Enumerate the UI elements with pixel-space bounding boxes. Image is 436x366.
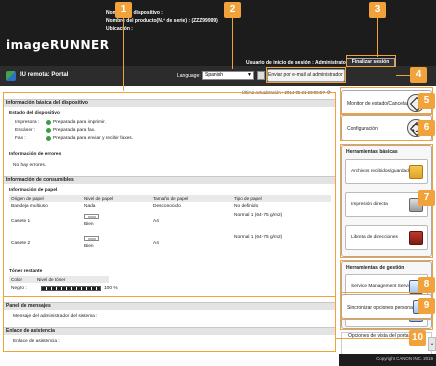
highlight-messages bbox=[3, 296, 336, 352]
highlight-logout bbox=[346, 55, 396, 67]
marker-5: 5 bbox=[418, 93, 435, 109]
marker-6: 6 bbox=[418, 120, 435, 136]
scroll-down-button[interactable]: ⌄ bbox=[428, 337, 436, 351]
marker-10: 10 bbox=[409, 330, 426, 346]
brand-logo: imageRUNNER bbox=[6, 38, 110, 52]
marker-1: 1 bbox=[115, 2, 132, 18]
chevron-down-icon: ⌄ bbox=[429, 341, 435, 347]
marker-3-line bbox=[377, 17, 378, 57]
language-apply-button[interactable] bbox=[257, 71, 265, 80]
chevron-down-icon: ▼ bbox=[247, 72, 252, 78]
footer-bar: Copyright CANON INC. 2019 bbox=[339, 354, 436, 366]
marker-2: 2 bbox=[224, 2, 241, 18]
language-select[interactable]: Spanish ▼ bbox=[202, 71, 254, 80]
app-title: IU remota: Portal bbox=[20, 72, 69, 78]
portal-icon bbox=[6, 71, 16, 81]
marker-9: 9 bbox=[418, 298, 435, 314]
highlight-mail-link bbox=[266, 67, 346, 83]
marker-4-line bbox=[396, 75, 410, 76]
marker-2-line bbox=[232, 17, 233, 69]
language-value: Spanish bbox=[205, 72, 224, 78]
marker-10-line bbox=[336, 338, 420, 339]
language-label: Language: bbox=[177, 73, 201, 79]
marker-1-line bbox=[123, 17, 124, 91]
marker-7: 7 bbox=[418, 190, 435, 206]
marker-4: 4 bbox=[410, 67, 427, 83]
app-bar: IU remota: Portal Language: Spanish ▼ En… bbox=[0, 66, 436, 86]
marker-3: 3 bbox=[369, 2, 386, 18]
copyright-text: Copyright CANON INC. 2019 bbox=[376, 356, 433, 361]
marker-8: 8 bbox=[418, 277, 435, 293]
